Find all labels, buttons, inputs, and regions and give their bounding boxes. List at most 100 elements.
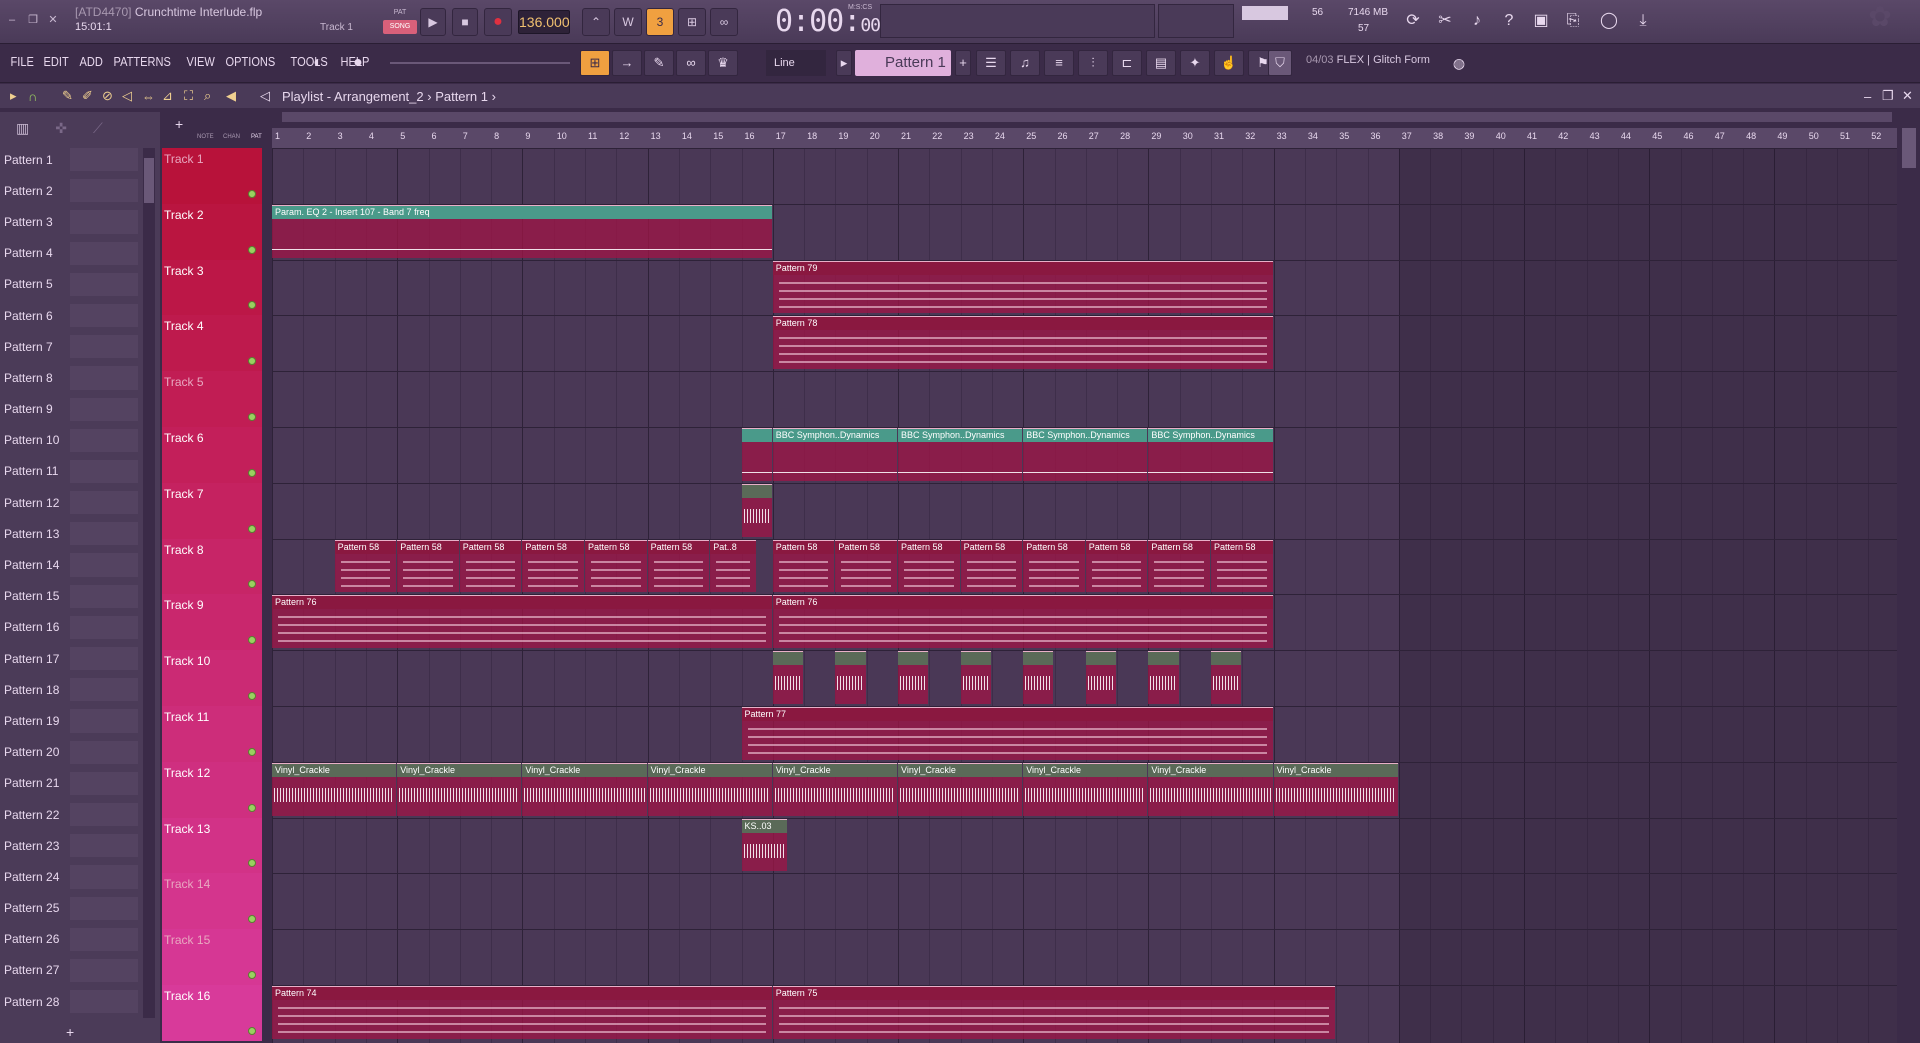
- track-header[interactable]: Track 4: [162, 315, 262, 372]
- track-enable-icon[interactable]: [248, 859, 256, 868]
- metronome-icon[interactable]: ⌃: [582, 8, 610, 36]
- playlist-clip[interactable]: Pattern 58: [1211, 539, 1273, 593]
- brush-icon[interactable]: ✎: [644, 50, 674, 76]
- playlist-clip[interactable]: Pattern 78: [772, 316, 1273, 370]
- record-button[interactable]: ●: [484, 8, 512, 36]
- audio-mode-icon[interactable]: ✜: [55, 120, 67, 137]
- playlist-clip[interactable]: [1211, 651, 1242, 704]
- pattern-item[interactable]: Pattern 2: [0, 175, 160, 206]
- pattern-item[interactable]: Pattern 20: [0, 737, 160, 768]
- playlist-clip[interactable]: BBC Symphon..Dynamics: [1148, 428, 1273, 481]
- mixer-icon[interactable]: ⫶: [1078, 50, 1108, 76]
- pattern-item[interactable]: Pattern 17: [0, 643, 160, 674]
- playlist-clip[interactable]: Pattern 58: [1085, 539, 1148, 593]
- automation-mode-icon[interactable]: ⟋: [93, 120, 103, 137]
- step-edit-icon[interactable]: ⊞: [678, 8, 706, 36]
- playlist-clip[interactable]: Pattern 58: [960, 539, 1023, 593]
- track-enable-icon[interactable]: [248, 1026, 256, 1035]
- options-arrow-icon[interactable]: ▸: [10, 88, 17, 104]
- playlist-clip[interactable]: Vinyl_Crackle: [772, 762, 897, 816]
- track-header[interactable]: Track 14: [162, 873, 262, 930]
- slip-icon[interactable]: ⇔: [142, 89, 155, 104]
- delete-icon[interactable]: ⊘: [102, 88, 113, 104]
- track-enable-icon[interactable]: [248, 301, 256, 310]
- add-track-icon[interactable]: +: [175, 116, 183, 132]
- speaker-icon[interactable]: ◁: [260, 88, 270, 104]
- menu-options[interactable]: OPTIONS: [223, 54, 278, 69]
- playlist-clip[interactable]: [741, 428, 772, 481]
- link-icon[interactable]: ∞: [676, 50, 706, 76]
- channel-rack-icon[interactable]: ≡: [1044, 50, 1074, 76]
- undo-icon[interactable]: ⟳: [1400, 8, 1426, 34]
- playlist-clip[interactable]: Pattern 58: [522, 539, 584, 593]
- playlist-clip[interactable]: Vinyl_Crackle: [397, 762, 522, 816]
- pattern-item[interactable]: Pattern 23: [0, 830, 160, 861]
- pattern-item[interactable]: Pattern 5: [0, 269, 160, 300]
- arrow-icon[interactable]: →: [612, 50, 642, 76]
- play-button[interactable]: ▶: [420, 8, 446, 36]
- h-scroll-thumb[interactable]: [282, 112, 1892, 122]
- pitch-slider[interactable]: [390, 62, 570, 64]
- track-enable-icon[interactable]: [248, 468, 256, 477]
- pattern-item[interactable]: Pattern 28: [0, 986, 160, 1017]
- track-header[interactable]: Track 7: [162, 482, 262, 539]
- playlist-clip[interactable]: [835, 651, 866, 704]
- playlist-clip[interactable]: Vinyl_Crackle: [647, 762, 772, 816]
- track-header[interactable]: Track 13: [162, 817, 262, 874]
- track-header[interactable]: Track 8: [162, 538, 262, 595]
- tempo-field[interactable]: 136.000: [518, 10, 570, 34]
- save-icon[interactable]: ▣: [1528, 8, 1554, 34]
- plugin-icon[interactable]: ✦: [1180, 50, 1210, 76]
- playlist-clip[interactable]: Vinyl_Crackle: [898, 762, 1023, 816]
- pattern-item[interactable]: Pattern 16: [0, 612, 160, 643]
- pattern-item[interactable]: Pattern 3: [0, 206, 160, 237]
- playlist-clip[interactable]: [1148, 651, 1179, 704]
- timeline-ruler[interactable]: 1 2 3 4 5 6 7 8 9 10 11 12 13 14 15 16 17 18 19 20 21 22 23 24 2…: [272, 128, 1897, 148]
- track-header[interactable]: Track 5: [162, 371, 262, 427]
- track-header[interactable]: Track 15: [162, 929, 262, 985]
- master-pitch-icon[interactable]: ●: [345, 50, 371, 76]
- select-icon[interactable]: ⛶: [184, 88, 193, 104]
- magnet-icon[interactable]: ∩: [28, 89, 37, 104]
- mic-icon[interactable]: ♪: [1464, 8, 1490, 34]
- playlist-clip[interactable]: Vinyl_Crackle: [1273, 762, 1398, 816]
- track-header[interactable]: Track 1: [162, 148, 262, 204]
- menu-file[interactable]: FILE: [8, 54, 36, 69]
- menu-add[interactable]: ADD: [77, 54, 105, 69]
- pattern-scrollbar[interactable]: [143, 148, 155, 1018]
- pat-song-toggle[interactable]: PAT SONG: [383, 6, 417, 36]
- playlist-clip[interactable]: Vinyl_Crackle: [272, 762, 397, 816]
- track-header[interactable]: Track 3: [162, 259, 262, 316]
- pattern-item[interactable]: Pattern 21: [0, 768, 160, 799]
- pattern-item[interactable]: Pattern 24: [0, 861, 160, 892]
- playlist-clip[interactable]: Pattern 77: [741, 707, 1273, 760]
- pencil-icon[interactable]: ✎: [62, 88, 73, 104]
- minimize-icon[interactable]: –: [6, 14, 18, 26]
- pl-minimize-icon[interactable]: –: [1864, 89, 1871, 104]
- v-scroll-thumb[interactable]: [1902, 128, 1916, 168]
- pattern-item[interactable]: Pattern 13: [0, 518, 160, 549]
- track-header[interactable]: Track 11: [162, 706, 262, 762]
- mute-icon[interactable]: ◁: [122, 88, 132, 104]
- playlist-grid[interactable]: Param. EQ 2 - Insert 107 - Band 7 freq Pa…: [272, 148, 1897, 1043]
- add-pattern-button[interactable]: +: [66, 1024, 74, 1040]
- pattern-item[interactable]: Pattern 1: [0, 144, 160, 175]
- playlist-clip[interactable]: Pattern 76: [272, 595, 772, 649]
- pattern-item[interactable]: Pattern 25: [0, 893, 160, 924]
- touch-icon[interactable]: ☝: [1214, 50, 1244, 76]
- track-enable-icon[interactable]: [248, 524, 256, 533]
- playlist-clip[interactable]: Pattern 58: [1023, 539, 1085, 593]
- countdown-icon[interactable]: 3: [646, 8, 674, 36]
- track-enable-icon[interactable]: [248, 357, 256, 366]
- store-icon[interactable]: ⛉: [1268, 50, 1292, 76]
- pattern-item[interactable]: Pattern 6: [0, 300, 160, 331]
- stop-button[interactable]: ■: [452, 8, 478, 36]
- wait-input-icon[interactable]: W: [614, 8, 642, 36]
- track-header[interactable]: Track 16: [162, 985, 262, 1041]
- playlist-clip[interactable]: Pattern 58: [1148, 539, 1210, 593]
- pattern-item[interactable]: Pattern 11: [0, 456, 160, 487]
- pattern-prev-icon[interactable]: ▸: [836, 50, 852, 76]
- playlist-clip[interactable]: [1023, 651, 1054, 704]
- pattern-item[interactable]: Pattern 27: [0, 955, 160, 986]
- slice-icon[interactable]: ⊿: [162, 88, 173, 104]
